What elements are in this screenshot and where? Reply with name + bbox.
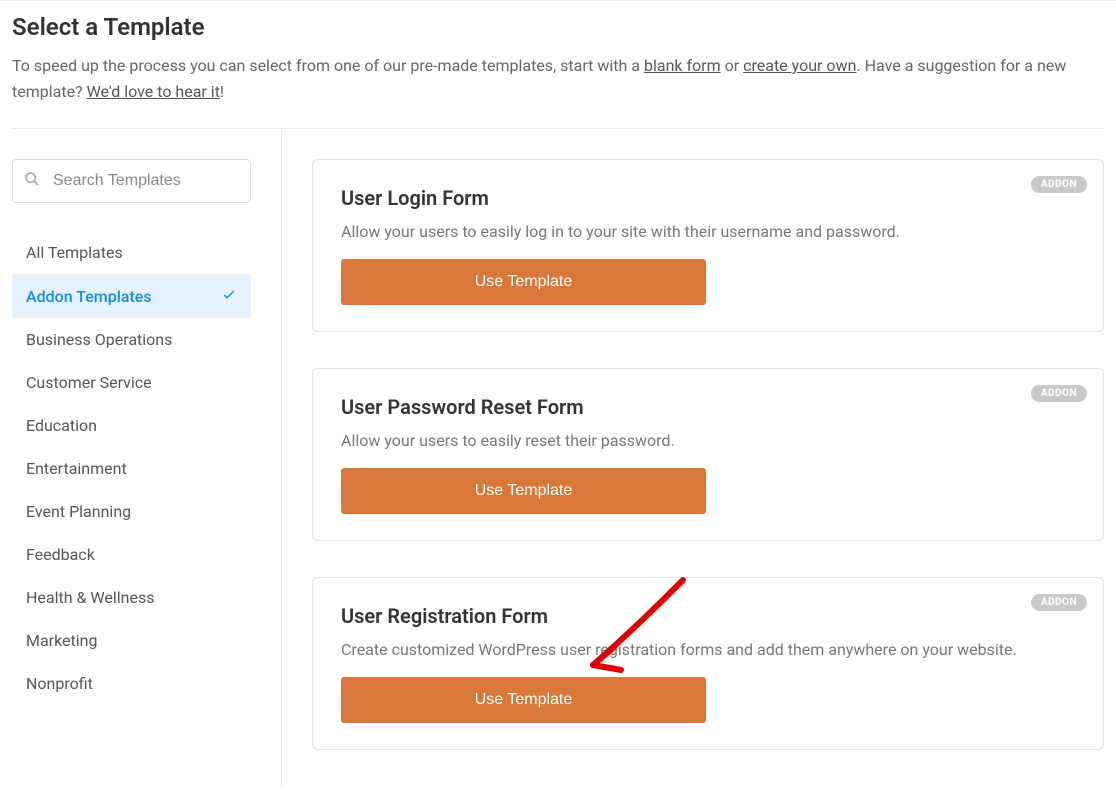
sidebar-item-business-operations[interactable]: Business Operations — [12, 318, 251, 361]
sidebar-item-marketing[interactable]: Marketing — [12, 619, 251, 662]
template-title: User Login Form — [341, 186, 1075, 210]
template-desc: Allow your users to easily reset their p… — [341, 431, 1075, 450]
sidebar-item-label: Marketing — [26, 631, 97, 650]
sidebar-item-feedback[interactable]: Feedback — [12, 533, 251, 576]
template-title: User Password Reset Form — [341, 395, 1075, 419]
sidebar-item-health-wellness[interactable]: Health & Wellness — [12, 576, 251, 619]
sidebar: All Templates Addon Templates Business Ope… — [12, 129, 282, 786]
check-icon — [221, 286, 237, 306]
addon-badge: ADDON — [1031, 176, 1087, 193]
sidebar-item-customer-service[interactable]: Customer Service — [12, 361, 251, 404]
intro-prefix: To speed up the process you can select f… — [12, 56, 644, 75]
sidebar-item-label: Addon Templates — [26, 287, 152, 306]
use-template-button[interactable]: Use Template — [341, 677, 706, 723]
template-desc: Create customized WordPress user registr… — [341, 640, 1075, 659]
search-icon — [24, 171, 40, 191]
hear-it-link[interactable]: We'd love to hear it — [87, 82, 220, 101]
intro-text: To speed up the process you can select f… — [12, 53, 1104, 104]
sidebar-item-label: Customer Service — [26, 373, 152, 392]
sidebar-item-label: Nonprofit — [26, 674, 93, 693]
search-input[interactable] — [12, 159, 251, 203]
category-list: All Templates Addon Templates Business Ope… — [12, 231, 251, 705]
addon-badge: ADDON — [1031, 385, 1087, 402]
template-title: User Registration Form — [341, 604, 1075, 628]
template-card: ADDONUser Login Form Allow your users to … — [312, 159, 1104, 332]
template-card: ADDONUser Password Reset Form Allow your … — [312, 368, 1104, 541]
template-desc: Allow your users to easily log in to you… — [341, 222, 1075, 241]
use-template-button[interactable]: Use Template — [341, 259, 706, 305]
create-own-link[interactable]: create your own — [743, 56, 856, 75]
sidebar-item-event-planning[interactable]: Event Planning — [12, 490, 251, 533]
sidebar-item-education[interactable]: Education — [12, 404, 251, 447]
template-main: ADDONUser Login FormAllow your users to … — [282, 129, 1104, 786]
use-template-button[interactable]: Use Template — [341, 468, 706, 514]
sidebar-item-label: Event Planning — [26, 502, 131, 521]
sidebar-item-label: Feedback — [26, 545, 95, 564]
sidebar-item-addon-templates[interactable]: Addon Templates — [12, 274, 251, 318]
addon-badge: ADDON — [1031, 594, 1087, 611]
template-card: ADDONUser Registration Form Create custom… — [312, 577, 1104, 750]
intro-end: ! — [220, 82, 224, 101]
sidebar-item-label: Entertainment — [26, 459, 127, 478]
sidebar-item-nonprofit[interactable]: Nonprofit — [12, 662, 251, 705]
sidebar-item-entertainment[interactable]: Entertainment — [12, 447, 251, 490]
annotation-arrow-icon — [563, 570, 703, 690]
sidebar-item-all-templates[interactable]: All Templates — [12, 231, 251, 274]
intro-mid: or — [721, 56, 743, 75]
sidebar-item-label: Education — [26, 416, 97, 435]
sidebar-item-label: All Templates — [26, 243, 123, 262]
blank-form-link[interactable]: blank form — [644, 56, 721, 75]
sidebar-item-label: Health & Wellness — [26, 588, 154, 607]
page-title: Select a Template — [12, 13, 1104, 41]
sidebar-item-label: Business Operations — [26, 330, 172, 349]
